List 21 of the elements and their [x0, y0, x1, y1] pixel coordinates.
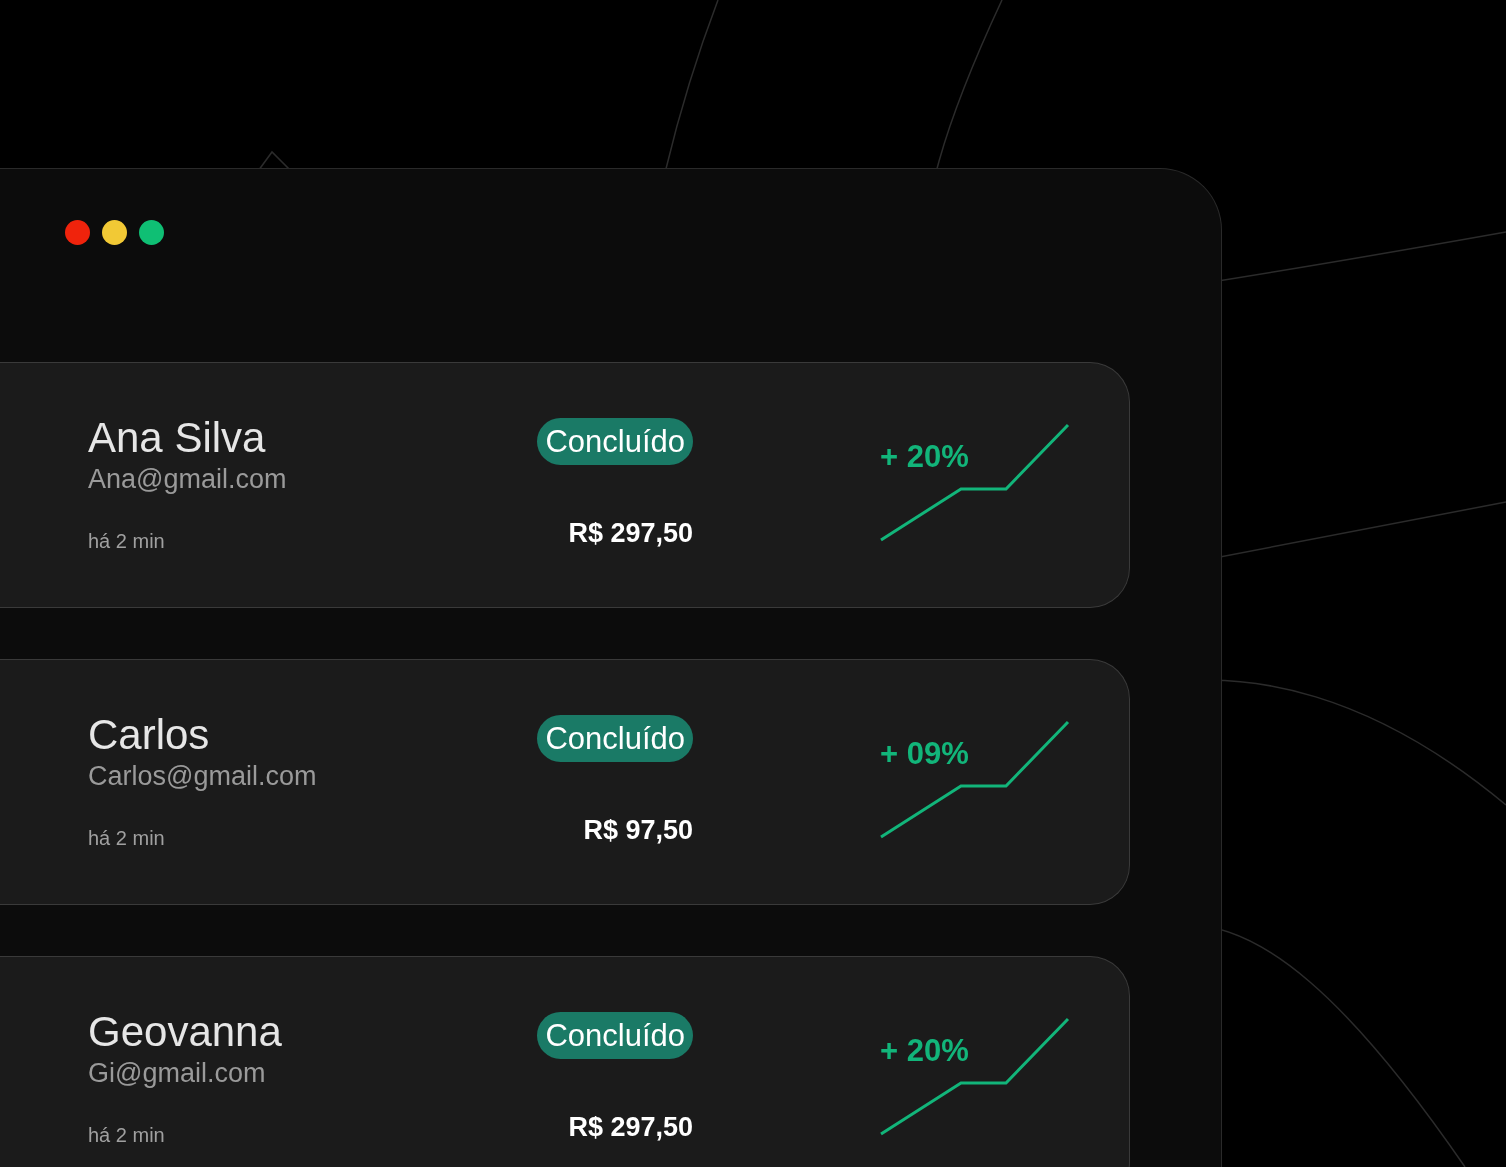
customer-name: Ana Silva — [88, 413, 267, 463]
window-control-dot[interactable] — [65, 220, 90, 245]
timestamp: há 2 min — [88, 1123, 166, 1147]
status-badge: Concluído — [537, 715, 693, 762]
timestamp: há 2 min — [88, 529, 166, 553]
amount: R$ 97,50 — [583, 814, 693, 846]
change-percent: + 20% — [880, 1033, 970, 1069]
timestamp: há 2 min — [88, 826, 166, 850]
window-control-dot[interactable] — [139, 220, 164, 245]
amount: R$ 297,50 — [568, 1111, 693, 1143]
change-percent: + 20% — [880, 439, 970, 475]
window-control-dot[interactable] — [102, 220, 127, 245]
customer-email: Carlos@gmail.com — [88, 760, 318, 792]
customer-email: Gi@gmail.com — [88, 1057, 267, 1089]
amount: R$ 297,50 — [568, 517, 693, 549]
customer-email: Ana@gmail.com — [88, 463, 288, 495]
status-badge: Concluído — [537, 1012, 693, 1059]
status-badge: Concluído — [537, 418, 693, 465]
change-percent: + 09% — [880, 736, 970, 772]
customer-name: Carlos — [88, 710, 211, 760]
customer-name: Geovanna — [88, 1007, 283, 1057]
